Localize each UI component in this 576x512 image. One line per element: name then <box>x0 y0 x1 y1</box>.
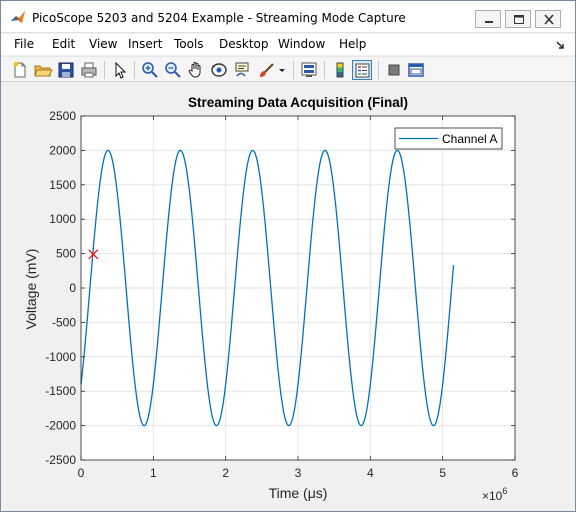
minimize-button[interactable] <box>475 10 501 28</box>
toolbar-separator <box>293 61 294 79</box>
brush-icon <box>260 63 274 77</box>
save-button[interactable] <box>56 60 76 80</box>
edit-plot-icon <box>115 61 127 79</box>
show-plot-tools-button[interactable] <box>406 60 426 80</box>
y-tick-label: 2000 <box>49 143 76 157</box>
menu-window[interactable]: Window <box>278 37 325 51</box>
toolbar-separator <box>134 61 135 79</box>
pan-button[interactable] <box>186 60 206 80</box>
y-tick-label: 1500 <box>49 178 76 192</box>
brush-dropdown-button[interactable] <box>277 60 287 80</box>
show-plot-tools-icon <box>408 63 424 77</box>
rotate-3d-button[interactable] <box>209 60 229 80</box>
y-tick-label: 0 <box>69 281 76 295</box>
open-file-button[interactable] <box>33 60 53 80</box>
link-plot-button[interactable] <box>299 60 319 80</box>
figure-window: PicoScope 5203 and 5204 Example - Stream… <box>0 0 576 512</box>
close-icon <box>544 14 554 25</box>
legend-label-channel-a: Channel A <box>442 132 497 146</box>
y-tick-label: -2000 <box>45 419 76 433</box>
hide-plot-tools-button[interactable] <box>384 60 404 80</box>
brush-button[interactable] <box>257 60 277 80</box>
save-icon <box>58 62 74 78</box>
chart-title: Streaming Data Acquisition (Final) <box>188 95 408 110</box>
y-axis-label: Voltage (mV) <box>23 249 39 330</box>
x-axis-exponent: ×106 <box>482 486 507 503</box>
menu-view[interactable]: View <box>89 37 117 51</box>
minimize-icon <box>485 21 493 23</box>
data-cursor-button[interactable] <box>232 60 252 80</box>
x-tick-label: 0 <box>78 466 85 480</box>
y-tick-label: 2500 <box>49 109 76 123</box>
new-figure-icon <box>13 61 26 78</box>
figure-toolbar <box>1 56 575 82</box>
matlab-icon <box>10 10 26 26</box>
chevron-down-icon <box>279 69 285 72</box>
x-tick-label: 1 <box>150 466 157 480</box>
edit-plot-button[interactable] <box>110 60 130 80</box>
x-tick-label: 4 <box>367 466 374 480</box>
new-figure-button[interactable] <box>10 60 30 80</box>
menu-edit[interactable]: Edit <box>52 37 75 51</box>
open-file-icon <box>34 65 53 77</box>
rotate-3d-icon <box>211 63 227 77</box>
y-tick-label: -1500 <box>45 384 76 398</box>
x-axis-label: Time (μs) <box>269 485 328 501</box>
menu-tools[interactable]: Tools <box>174 37 204 51</box>
print-button[interactable] <box>79 60 99 80</box>
y-tick-label: 500 <box>56 247 76 261</box>
toolbar-separator <box>104 61 105 79</box>
maximize-icon <box>514 15 524 24</box>
zoom-out-button[interactable] <box>163 60 183 80</box>
legend-button[interactable] <box>352 60 372 80</box>
print-icon <box>81 62 97 78</box>
colorbar-icon <box>336 62 344 78</box>
toolbar-separator <box>324 61 325 79</box>
x-tick-label: 2 <box>222 466 229 480</box>
y-tick-label: -2500 <box>45 453 76 467</box>
title-bar[interactable]: PicoScope 5203 and 5204 Example - Stream… <box>1 1 575 33</box>
maximize-button[interactable] <box>505 10 531 28</box>
menu-insert[interactable]: Insert <box>128 37 162 51</box>
window-title: PicoScope 5203 and 5204 Example - Stream… <box>32 11 406 25</box>
y-tick-label: -500 <box>52 315 76 329</box>
legend-icon <box>355 63 370 78</box>
menu-desktop[interactable]: Desktop <box>219 37 269 51</box>
x-tick-label: 5 <box>439 466 446 480</box>
close-button[interactable] <box>535 10 561 28</box>
zoom-in-icon <box>142 62 158 78</box>
data-cursor-icon <box>235 62 249 77</box>
y-tick-label: 1000 <box>49 212 76 226</box>
toolbar-separator <box>378 61 379 79</box>
link-plot-icon <box>301 62 317 77</box>
colorbar-button[interactable] <box>330 60 350 80</box>
line-chart: 0 1 2 3 4 5 6 2500 2000 1500 1000 500 0 -500 -1000 -150… <box>23 95 519 503</box>
menu-help[interactable]: Help <box>339 37 366 51</box>
legend[interactable]: Channel A <box>394 127 503 150</box>
pan-icon <box>188 62 201 78</box>
y-tick-label: -1000 <box>45 350 76 364</box>
menu-file[interactable]: File <box>14 37 34 51</box>
menu-bar: File Edit View Insert Tools Desktop Wind… <box>1 34 575 55</box>
hide-plot-tools-icon <box>388 64 400 76</box>
zoom-in-button[interactable] <box>140 60 160 80</box>
dock-arrow-icon[interactable] <box>556 39 565 53</box>
figure-canvas[interactable]: 0 1 2 3 4 5 6 2500 2000 1500 1000 500 0 -500 -1000 -150… <box>2 83 574 511</box>
x-tick-label: 6 <box>512 466 519 480</box>
zoom-out-icon <box>165 62 181 78</box>
x-tick-label: 3 <box>295 466 302 480</box>
